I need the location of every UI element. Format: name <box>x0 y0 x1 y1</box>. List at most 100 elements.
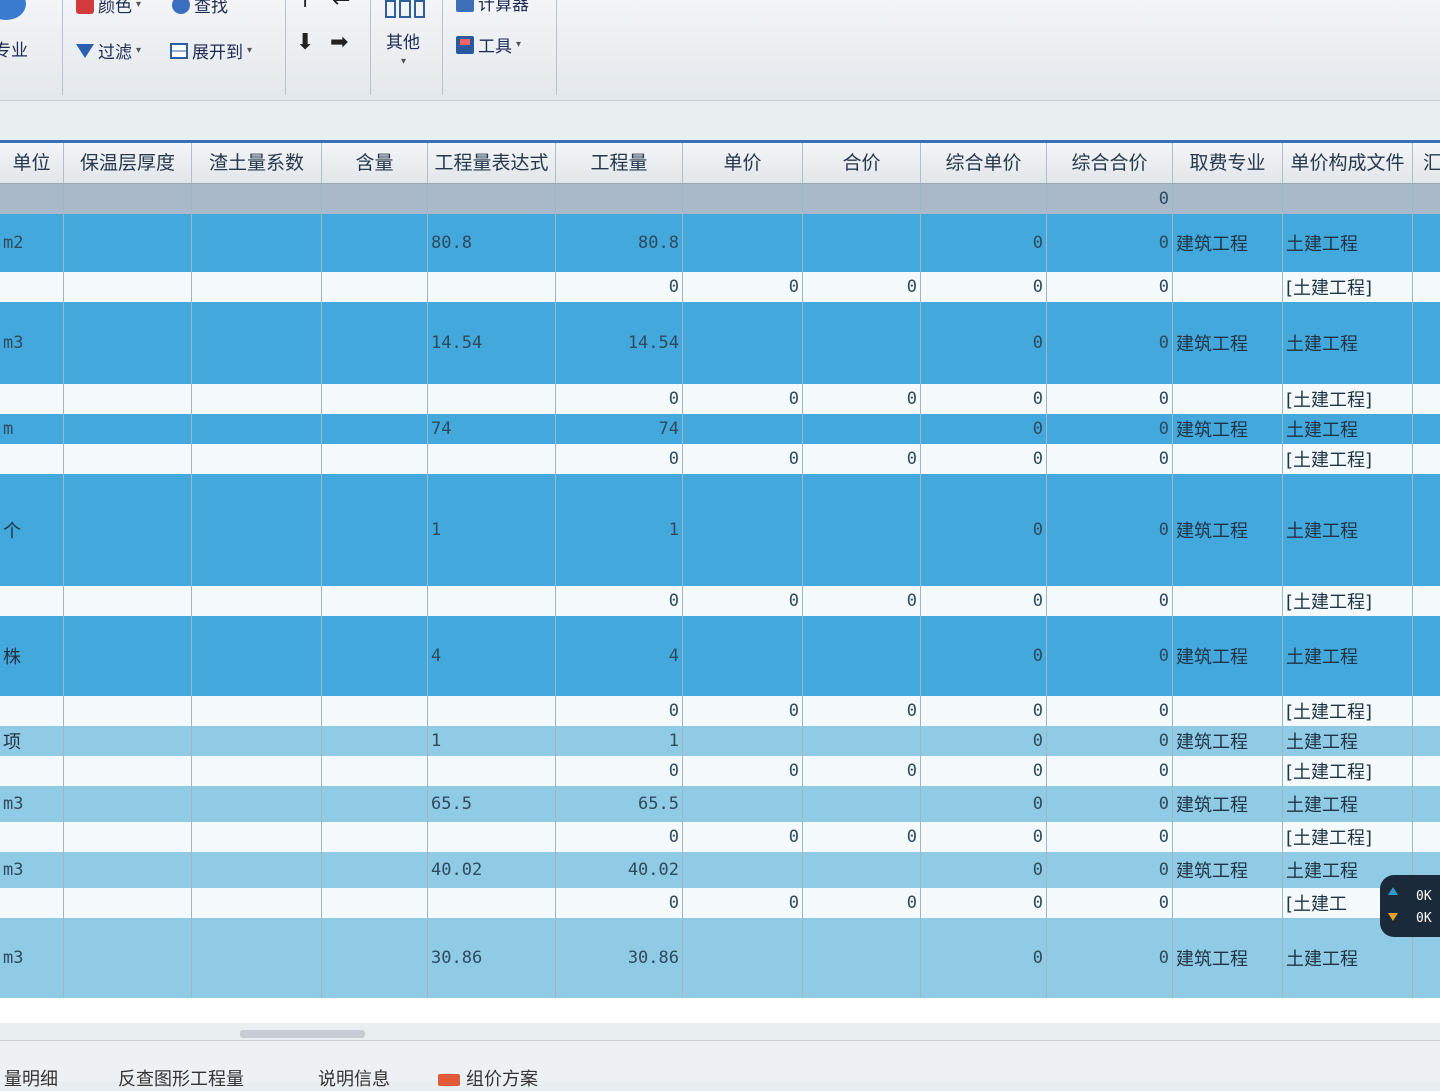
cell-unit-price[interactable]: 0 <box>683 696 803 726</box>
cell-fee[interactable] <box>1173 696 1283 726</box>
column-header[interactable]: 单价 <box>683 143 803 183</box>
cell-total[interactable] <box>803 786 921 822</box>
table-row[interactable]: 0 0 0 0 0 [土建工程] <box>0 384 1440 414</box>
cell-unit-price[interactable] <box>683 414 803 444</box>
cell-unit-price[interactable]: 0 <box>683 756 803 786</box>
cell-content[interactable] <box>322 888 428 918</box>
table-row[interactable]: m3 30.86 30.86 0 0 建筑工程 土建工程 <box>0 918 1440 998</box>
cell-comp-total[interactable]: 0 <box>1047 272 1173 302</box>
cell-fee[interactable] <box>1173 272 1283 302</box>
cell-thick[interactable] <box>64 414 192 444</box>
cell-extra[interactable] <box>1413 616 1440 696</box>
cell-total[interactable]: 0 <box>803 384 921 414</box>
column-header[interactable]: 工程量 <box>556 143 683 183</box>
column-header[interactable]: 单价构成文件 <box>1283 143 1413 183</box>
cell-content[interactable] <box>322 822 428 852</box>
cell-comp-price[interactable]: 0 <box>921 474 1047 586</box>
cell-comp-total[interactable]: 0 <box>1047 474 1173 586</box>
cell-expr[interactable] <box>428 444 556 474</box>
group-cell[interactable] <box>683 184 803 214</box>
cell-comp-price[interactable]: 0 <box>921 756 1047 786</box>
cell-unit-price[interactable] <box>683 786 803 822</box>
cell-unit[interactable] <box>0 696 64 726</box>
cell-thick[interactable] <box>64 272 192 302</box>
cell-soil[interactable] <box>192 214 322 272</box>
column-header[interactable]: 单位 <box>0 143 64 183</box>
cell-expr[interactable] <box>428 384 556 414</box>
cell-qty[interactable]: 1 <box>556 726 683 756</box>
column-header[interactable]: 渣土量系数 <box>192 143 322 183</box>
cell-content[interactable] <box>322 444 428 474</box>
cell-comp-total[interactable]: 0 <box>1047 444 1173 474</box>
cell-extra[interactable] <box>1413 822 1440 852</box>
cell-qty[interactable]: 0 <box>556 696 683 726</box>
specialty-button[interactable]: 专业 <box>0 36 28 61</box>
cell-total[interactable] <box>803 616 921 696</box>
cell-content[interactable] <box>322 756 428 786</box>
cell-expr[interactable] <box>428 586 556 616</box>
cell-unit[interactable] <box>0 384 64 414</box>
cell-extra[interactable] <box>1413 414 1440 444</box>
cell-unit[interactable] <box>0 444 64 474</box>
cell-expr[interactable]: 65.5 <box>428 786 556 822</box>
cell-comp-price[interactable]: 0 <box>921 616 1047 696</box>
group-cell[interactable] <box>322 184 428 214</box>
cell-thick[interactable] <box>64 384 192 414</box>
cell-soil[interactable] <box>192 696 322 726</box>
cell-total[interactable] <box>803 726 921 756</box>
cell-expr[interactable]: 80.8 <box>428 214 556 272</box>
cell-comp-price[interactable]: 0 <box>921 696 1047 726</box>
table-row[interactable]: 株 4 4 0 0 建筑工程 土建工程 <box>0 616 1440 696</box>
cell-thick[interactable] <box>64 616 192 696</box>
table-row[interactable]: 0 0 0 0 0 [土建工 <box>0 888 1440 918</box>
cell-unit-price[interactable]: 0 <box>683 384 803 414</box>
cell-total[interactable]: 0 <box>803 756 921 786</box>
cell-unit[interactable]: 项 <box>0 726 64 756</box>
cell-file[interactable]: 土建工程 <box>1283 726 1413 756</box>
cell-qty[interactable]: 40.02 <box>556 852 683 888</box>
cell-unit[interactable]: 个 <box>0 474 64 586</box>
cell-qty[interactable]: 0 <box>556 586 683 616</box>
cell-unit[interactable]: m <box>0 414 64 444</box>
horizontal-scrollbar[interactable] <box>240 1030 365 1038</box>
cell-soil[interactable] <box>192 302 322 384</box>
cell-unit-price[interactable] <box>683 214 803 272</box>
group-cell[interactable]: 0 <box>1047 184 1173 214</box>
cell-file[interactable]: 土建工程 <box>1283 414 1413 444</box>
find-button[interactable]: 查找 <box>172 0 228 17</box>
cell-total[interactable] <box>803 918 921 998</box>
network-speed-widget[interactable]: 0K 0K <box>1380 875 1440 937</box>
table-row[interactable]: 0 0 0 0 0 [土建工程] <box>0 822 1440 852</box>
table-row[interactable]: 0 0 0 0 0 [土建工程] <box>0 444 1440 474</box>
cell-thick[interactable] <box>64 726 192 756</box>
cell-comp-price[interactable]: 0 <box>921 384 1047 414</box>
cell-fee[interactable] <box>1173 586 1283 616</box>
cell-comp-price[interactable]: 0 <box>921 786 1047 822</box>
column-header[interactable]: 工程量表达式 <box>428 143 556 183</box>
cell-total[interactable]: 0 <box>803 696 921 726</box>
cell-extra[interactable] <box>1413 474 1440 586</box>
column-header[interactable]: 综合单价 <box>921 143 1047 183</box>
tab-quantity-detail[interactable]: 量明细 <box>4 1065 58 1091</box>
cell-fee[interactable]: 建筑工程 <box>1173 918 1283 998</box>
cell-thick[interactable] <box>64 214 192 272</box>
cell-fee[interactable] <box>1173 756 1283 786</box>
table-row[interactable]: 项 1 1 0 0 建筑工程 土建工程 <box>0 726 1440 756</box>
cell-comp-total[interactable]: 0 <box>1047 786 1173 822</box>
tools-button[interactable]: 工具 ▾ <box>456 32 521 57</box>
cell-thick[interactable] <box>64 888 192 918</box>
color-button[interactable]: 颜色 ▾ <box>76 0 141 17</box>
cell-file[interactable]: [土建工程] <box>1283 384 1413 414</box>
group-cell[interactable] <box>1283 184 1413 214</box>
cell-comp-total[interactable]: 0 <box>1047 414 1173 444</box>
cell-extra[interactable] <box>1413 384 1440 414</box>
table-row[interactable]: 0 0 0 0 0 [土建工程] <box>0 756 1440 786</box>
table-row[interactable]: 0 0 0 0 0 [土建工程] <box>0 586 1440 616</box>
cell-expr[interactable]: 1 <box>428 474 556 586</box>
cell-content[interactable] <box>322 302 428 384</box>
column-header[interactable]: 合价 <box>803 143 921 183</box>
cell-thick[interactable] <box>64 786 192 822</box>
cell-unit-price[interactable] <box>683 616 803 696</box>
arrow-up-icon[interactable]: ↑ <box>296 0 314 13</box>
cell-fee[interactable] <box>1173 822 1283 852</box>
